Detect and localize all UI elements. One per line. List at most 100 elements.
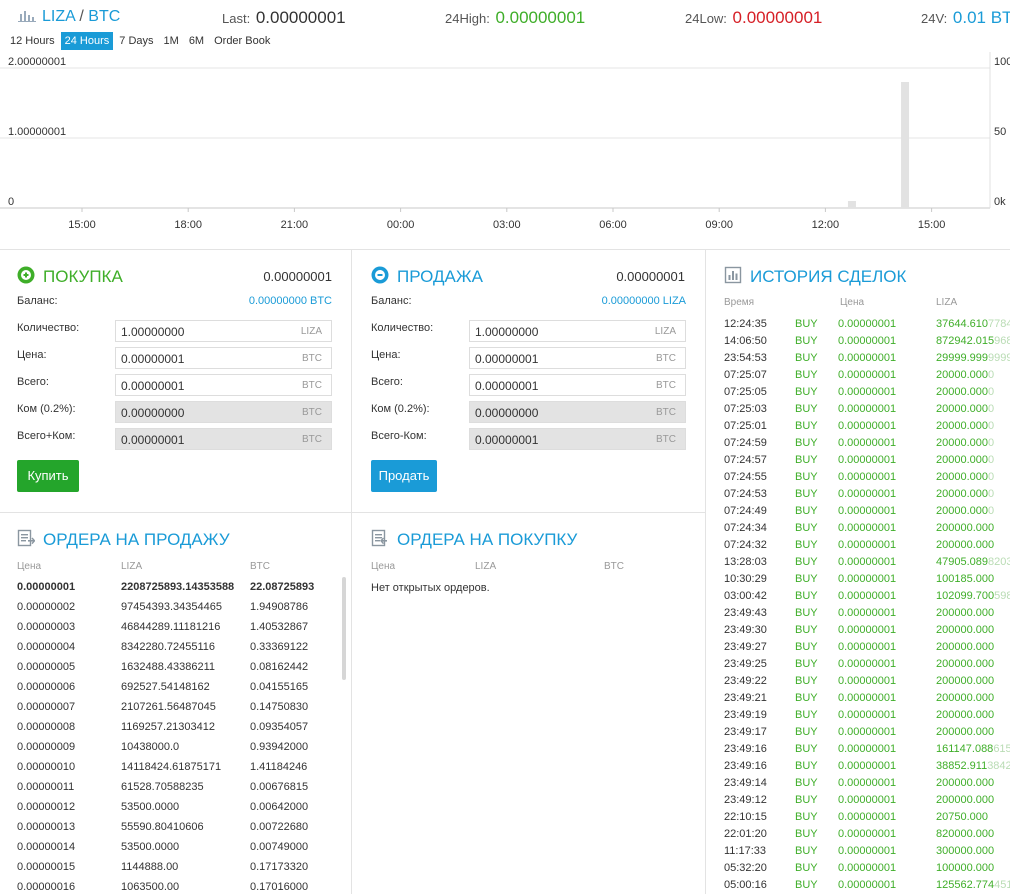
- order-price: 0.00000003: [17, 621, 76, 633]
- sell-quantity-row: Количество: 1.00000000 LIZA: [371, 320, 686, 342]
- sell-fee-label: Ком (0.2%):: [371, 403, 430, 415]
- order-amount-liza: 2107261.56487045: [121, 701, 216, 713]
- buy-quantity-input[interactable]: 1.00000000 LIZA: [115, 320, 332, 342]
- trade-price: 0.00000001: [838, 369, 897, 381]
- quote-currency[interactable]: BTC: [88, 8, 120, 25]
- sell-orders-col-price: Цена: [17, 561, 42, 572]
- trade-amount-fraction: 0: [988, 420, 995, 432]
- order-total-btc: 0.00676815: [250, 781, 309, 793]
- tab-12-hours[interactable]: 12 Hours: [6, 32, 59, 50]
- trade-price: 0.00000001: [838, 335, 897, 347]
- trade-type: BUY: [795, 437, 818, 449]
- order-price: 0.00000010: [17, 761, 76, 773]
- chart-x-tick: 18:00: [174, 219, 202, 231]
- trade-price: 0.00000001: [838, 862, 897, 874]
- sell-order-row[interactable]: 0.00000001 2208725893.14353588 22.08725893: [17, 578, 337, 598]
- order-amount-liza: 1063500.00: [121, 881, 180, 893]
- tab-6-months[interactable]: 6M: [185, 32, 208, 50]
- trade-time: 07:24:34: [724, 522, 767, 534]
- buy-price-row: Цена: 0.00000001 BTC: [17, 347, 332, 369]
- trade-amount: 20000.0000: [936, 454, 994, 466]
- sell-balance-label: Баланс:: [371, 295, 412, 307]
- trade-price: 0.00000001: [838, 658, 897, 670]
- trade-time: 07:25:03: [724, 403, 767, 415]
- trade-type: BUY: [795, 488, 818, 500]
- sell-order-row[interactable]: 0.00000002 97454393.34354465 1.94908786: [17, 598, 337, 618]
- base-currency[interactable]: LIZA: [42, 8, 75, 25]
- sell-fee-field: 0.00000000 BTC: [469, 401, 686, 423]
- trade-amount: 37644.61077844: [936, 318, 1010, 330]
- sell-order-row[interactable]: 0.00000014 53500.0000 0.00749000: [17, 838, 337, 858]
- trade-row: 13:28:03 BUY 0.00000001 47905.08982035: [724, 553, 1010, 570]
- buy-balance-value[interactable]: 0.00000000 BTC: [249, 295, 332, 307]
- tab-24-hours[interactable]: 24 Hours: [60, 32, 114, 50]
- sell-order-row[interactable]: 0.00000011 61528.70588235 0.00676815: [17, 778, 337, 798]
- trade-amount-main: 200000.000: [936, 658, 995, 670]
- buy-button[interactable]: Купить: [17, 460, 79, 492]
- sell-quantity-input[interactable]: 1.00000000 LIZA: [469, 320, 686, 342]
- sell-order-row[interactable]: 0.00000009 10438000.0 0.93942000: [17, 738, 337, 758]
- buy-top-price: 0.00000001: [263, 269, 332, 284]
- order-amount-liza: 8342280.72455116: [121, 641, 216, 653]
- sell-order-row[interactable]: 0.00000003 46844289.11181216 1.40532867: [17, 618, 337, 638]
- trade-row: 07:24:55 BUY 0.00000001 20000.0000: [724, 468, 1010, 485]
- buy-price-value: 0.00000001: [121, 352, 185, 366]
- trade-amount-main: 200000.000: [936, 675, 995, 687]
- trade-amount-main: 200000.000: [936, 726, 995, 738]
- trade-amount-fraction: 0: [988, 488, 995, 500]
- chart-y-tick-right: 50: [994, 126, 1006, 138]
- sell-order-row[interactable]: 0.00000004 8342280.72455116 0.33369122: [17, 638, 337, 658]
- sell-button[interactable]: Продать: [371, 460, 437, 492]
- trade-amount-main: 37644.610: [936, 318, 988, 330]
- buy-total-input[interactable]: 0.00000001 BTC: [115, 374, 332, 396]
- volume-value: 0.01 BTC: [952, 8, 1010, 27]
- order-price: 0.00000016: [17, 881, 76, 893]
- sell-total-input[interactable]: 0.00000001 BTC: [469, 374, 686, 396]
- sell-price-input[interactable]: 0.00000001 BTC: [469, 347, 686, 369]
- sell-order-row[interactable]: 0.00000013 55590.80410606 0.00722680: [17, 818, 337, 838]
- order-amount-liza: 1632488.43386211: [121, 661, 216, 673]
- trade-type: BUY: [795, 828, 818, 840]
- sell-orders-col-liza: LIZA: [121, 561, 143, 572]
- order-amount-liza: 53500.0000: [121, 801, 180, 813]
- trade-row: 07:24:49 BUY 0.00000001 20000.0000: [724, 502, 1010, 519]
- sell-balance-value[interactable]: 0.00000000 LIZA: [602, 295, 686, 307]
- sell-order-row[interactable]: 0.00000016 1063500.00 0.17016000: [17, 878, 337, 894]
- sell-order-row[interactable]: 0.00000008 1169257.21303412 0.09354057: [17, 718, 337, 738]
- trade-amount: 20000.0000: [936, 420, 994, 432]
- order-amount-liza: 10438000.0: [121, 741, 180, 753]
- order-total-btc: 0.00749000: [250, 841, 309, 853]
- trade-time: 12:24:35: [724, 318, 767, 330]
- trade-time: 07:25:07: [724, 369, 767, 381]
- price-chart[interactable]: 2.00000001 1.00000001 0 100 50 0k 15:00 18:00 21…: [0, 52, 1010, 242]
- buy-fee-unit: BTC: [302, 407, 322, 418]
- trade-price: 0.00000001: [838, 590, 897, 602]
- sell-order-row[interactable]: 0.00000006 692527.54148162 0.04155165: [17, 678, 337, 698]
- trade-amount: 100000.000: [936, 862, 994, 874]
- trade-amount-main: 20000.000: [936, 488, 988, 500]
- trade-row: 23:49:21 BUY 0.00000001 200000.000: [724, 689, 1010, 706]
- trade-amount: 200000.000: [936, 709, 994, 721]
- trade-time: 03:00:42: [724, 590, 767, 602]
- sell-order-row[interactable]: 0.00000005 1632488.43386211 0.08162442: [17, 658, 337, 678]
- trade-row: 11:17:33 BUY 0.00000001 300000.000: [724, 842, 1010, 859]
- order-amount-liza: 2208725893.14353588: [121, 581, 235, 593]
- trade-amount-fraction: 0: [988, 505, 995, 517]
- sell-order-row[interactable]: 0.00000012 53500.0000 0.00642000: [17, 798, 337, 818]
- stat-24volume: 24V: 0.01 BTC: [921, 8, 1010, 28]
- volume-label: 24V:: [921, 11, 948, 26]
- buy-total-row: Всего: 0.00000001 BTC: [17, 374, 332, 396]
- sell-order-row[interactable]: 0.00000007 2107261.56487045 0.14750830: [17, 698, 337, 718]
- buy-price-input[interactable]: 0.00000001 BTC: [115, 347, 332, 369]
- sell-order-row[interactable]: 0.00000015 1144888.00 0.17173320: [17, 858, 337, 878]
- trade-type: BUY: [795, 471, 818, 483]
- sell-orders-scrollbar[interactable]: [342, 577, 346, 680]
- orders-list-icon: [17, 529, 35, 547]
- tab-order-book[interactable]: Order Book: [210, 32, 274, 50]
- tab-7-days[interactable]: 7 Days: [115, 32, 157, 50]
- tab-1-month[interactable]: 1M: [160, 32, 183, 50]
- sell-order-row[interactable]: 0.00000010 14118424.61875171 1.41184246: [17, 758, 337, 778]
- buy-quantity-value: 1.00000000: [121, 325, 185, 339]
- trade-amount: 200000.000: [936, 777, 994, 789]
- order-total-btc: 1.94908786: [250, 601, 309, 613]
